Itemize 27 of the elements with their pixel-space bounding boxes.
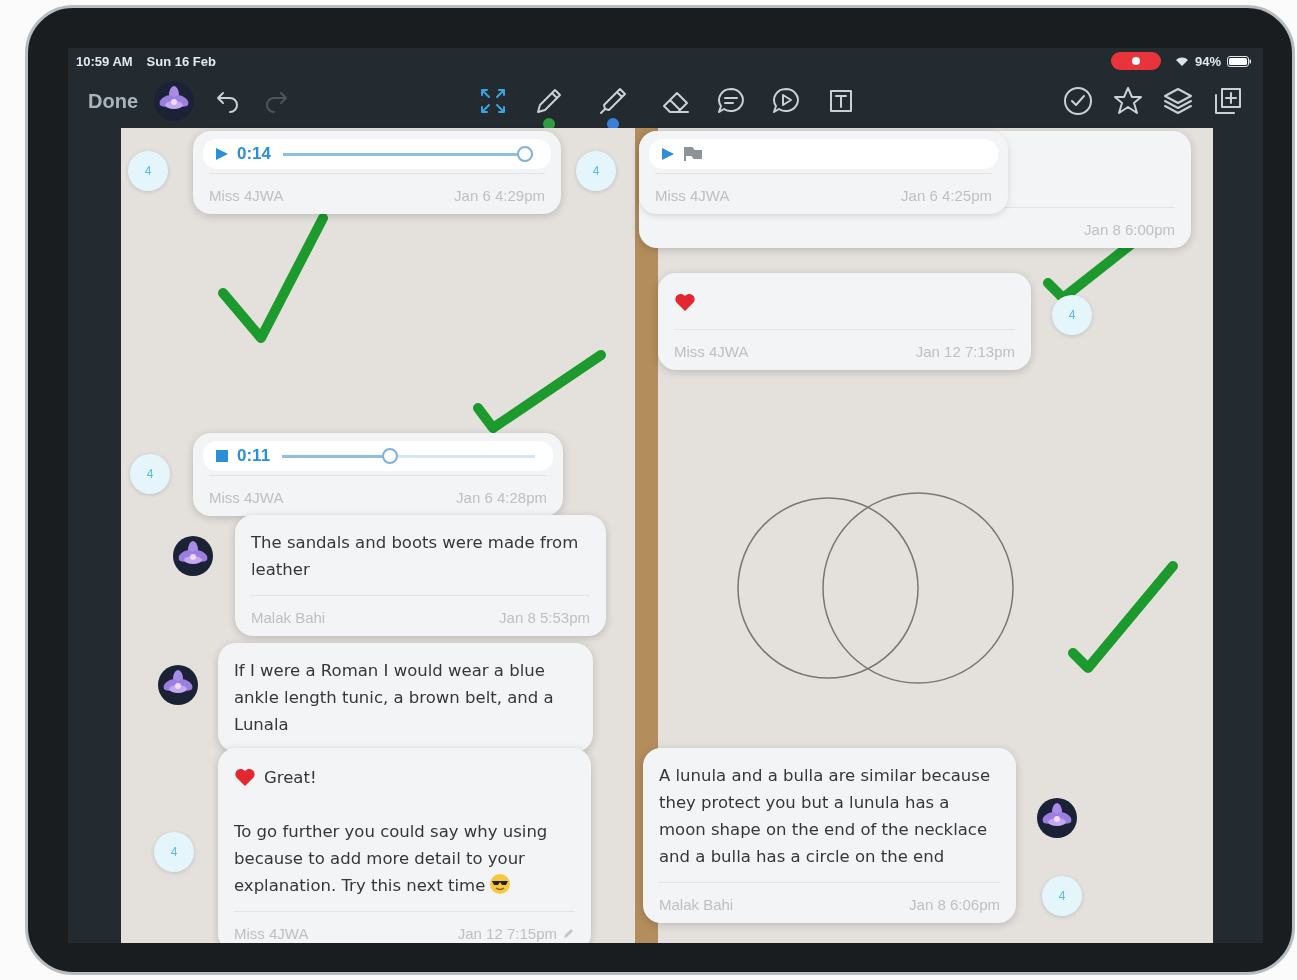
status-time: 10:59 AM	[76, 53, 133, 69]
comment-text: Great!	[264, 766, 317, 789]
flower-avatar-icon[interactable]	[154, 81, 194, 121]
wifi-icon	[1174, 55, 1189, 67]
play-icon[interactable]	[215, 147, 229, 161]
done-button[interactable]: Done	[88, 89, 138, 113]
battery-percent: 94%	[1194, 53, 1221, 69]
status-date: Sun 16 Feb	[146, 53, 216, 69]
slider-thumb[interactable]	[517, 146, 533, 162]
audio-time: 0:14	[237, 144, 272, 164]
comment-text: The sandals and boots were made from leather	[251, 532, 580, 581]
check-circle-icon[interactable]	[1061, 84, 1095, 118]
audio-track[interactable]	[283, 146, 533, 162]
comment-text: A lunula and a bulla are similar because they protect you but a lunula has a moon shape on the end of the necklace and a bulla has a circle on the end	[659, 765, 992, 868]
stop-icon[interactable]	[215, 449, 229, 463]
audio-track[interactable]	[282, 448, 535, 464]
comment-card[interactable]: If I were a Roman I would wear a blue ankle length tunic, a brown belt, and a Lunala	[218, 643, 593, 752]
audio-player[interactable]: 0:11	[203, 441, 553, 471]
audio-player[interactable]: 0:14	[203, 139, 551, 169]
flag-icon	[683, 146, 703, 162]
audio-time: 0:11	[237, 446, 271, 466]
slider-thumb[interactable]	[381, 448, 398, 464]
video-player[interactable]	[649, 139, 998, 169]
battery-icon	[1227, 55, 1251, 67]
comment-text: To go further you could say why using because to add more detail to your explanation. Try this next time	[234, 822, 548, 895]
comment-text: If I were a Roman I would wear a blue ankle length tunic, a brown belt, and a Lunala	[234, 660, 555, 736]
play-icon[interactable]	[661, 147, 675, 161]
